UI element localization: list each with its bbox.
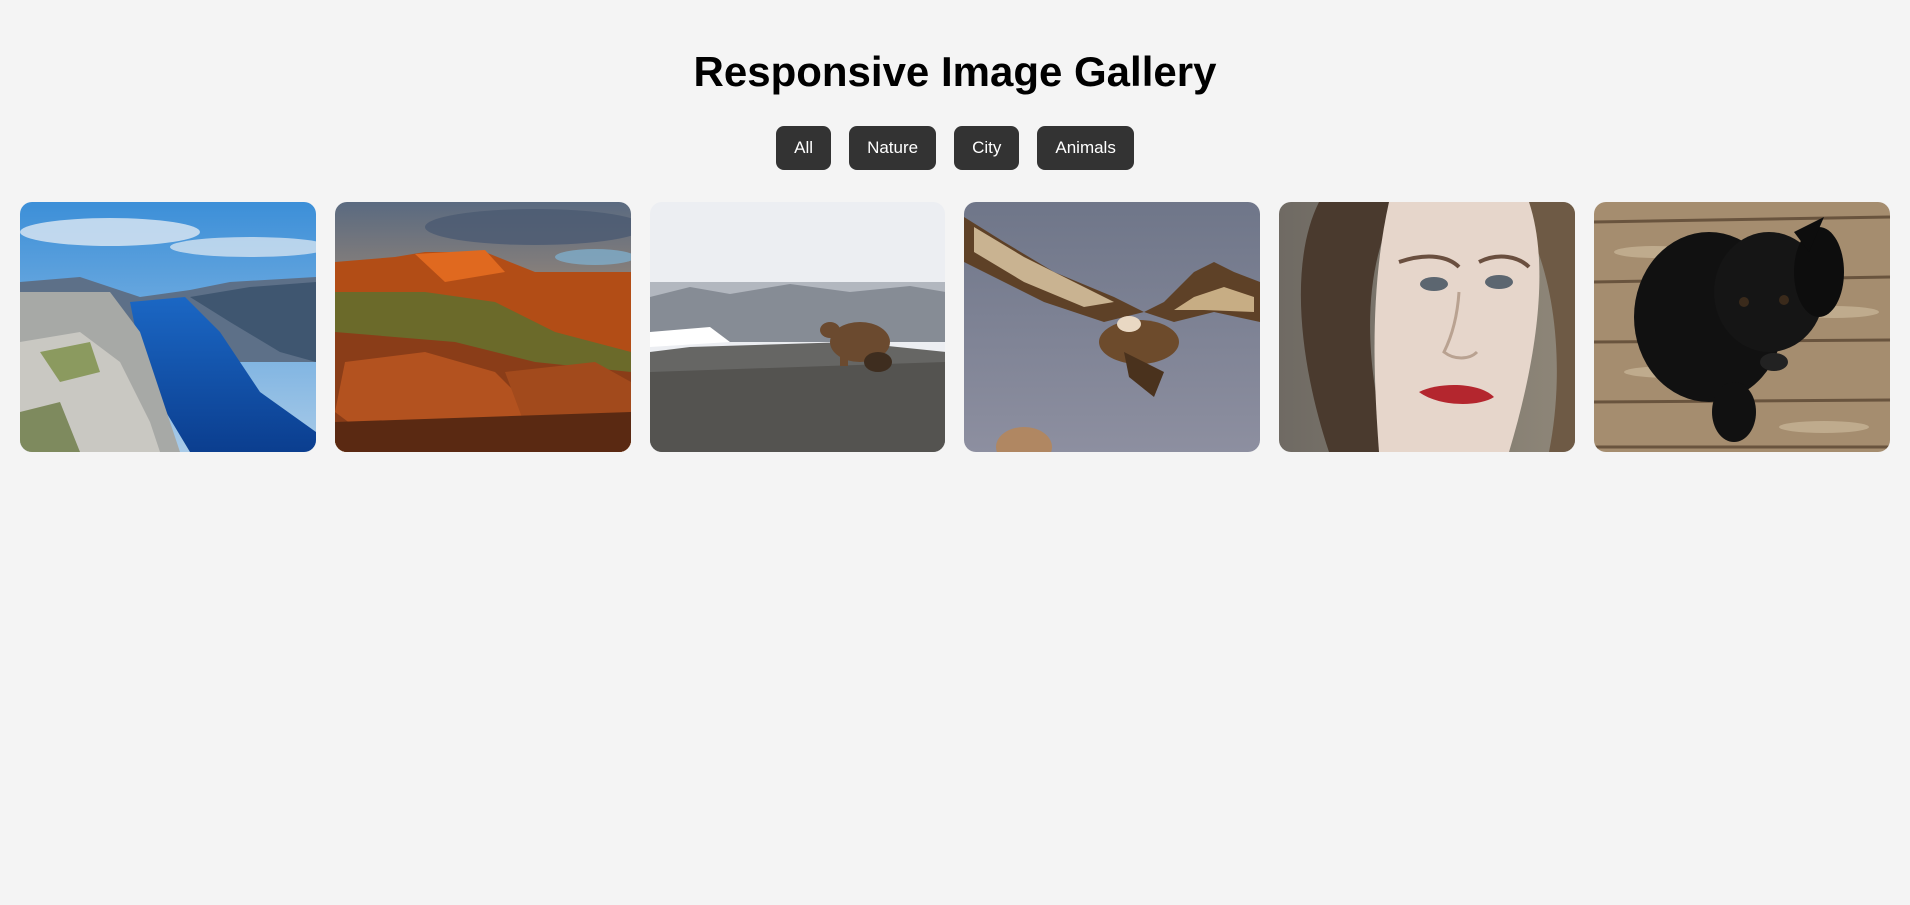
gallery-image-puppy[interactable]	[1594, 202, 1890, 452]
filter-bar: All Nature City Animals	[0, 126, 1910, 170]
gallery-image-fjord[interactable]	[20, 202, 316, 452]
gallery-image-canyon[interactable]	[334, 202, 631, 452]
filter-nature-button[interactable]: Nature	[849, 126, 937, 170]
gallery-image-bear[interactable]	[649, 202, 946, 452]
page-title: Responsive Image Gallery	[693, 48, 1217, 95]
gallery-image-portrait[interactable]	[1279, 202, 1576, 452]
page: Responsive Image Gallery All Nature City…	[0, 0, 1910, 905]
gallery-image-vulture[interactable]	[964, 202, 1261, 452]
filter-all-button[interactable]: All	[776, 126, 832, 170]
filter-city-button[interactable]: City	[954, 126, 1020, 170]
image-gallery	[20, 202, 1890, 452]
filter-animals-button[interactable]: Animals	[1037, 126, 1134, 170]
